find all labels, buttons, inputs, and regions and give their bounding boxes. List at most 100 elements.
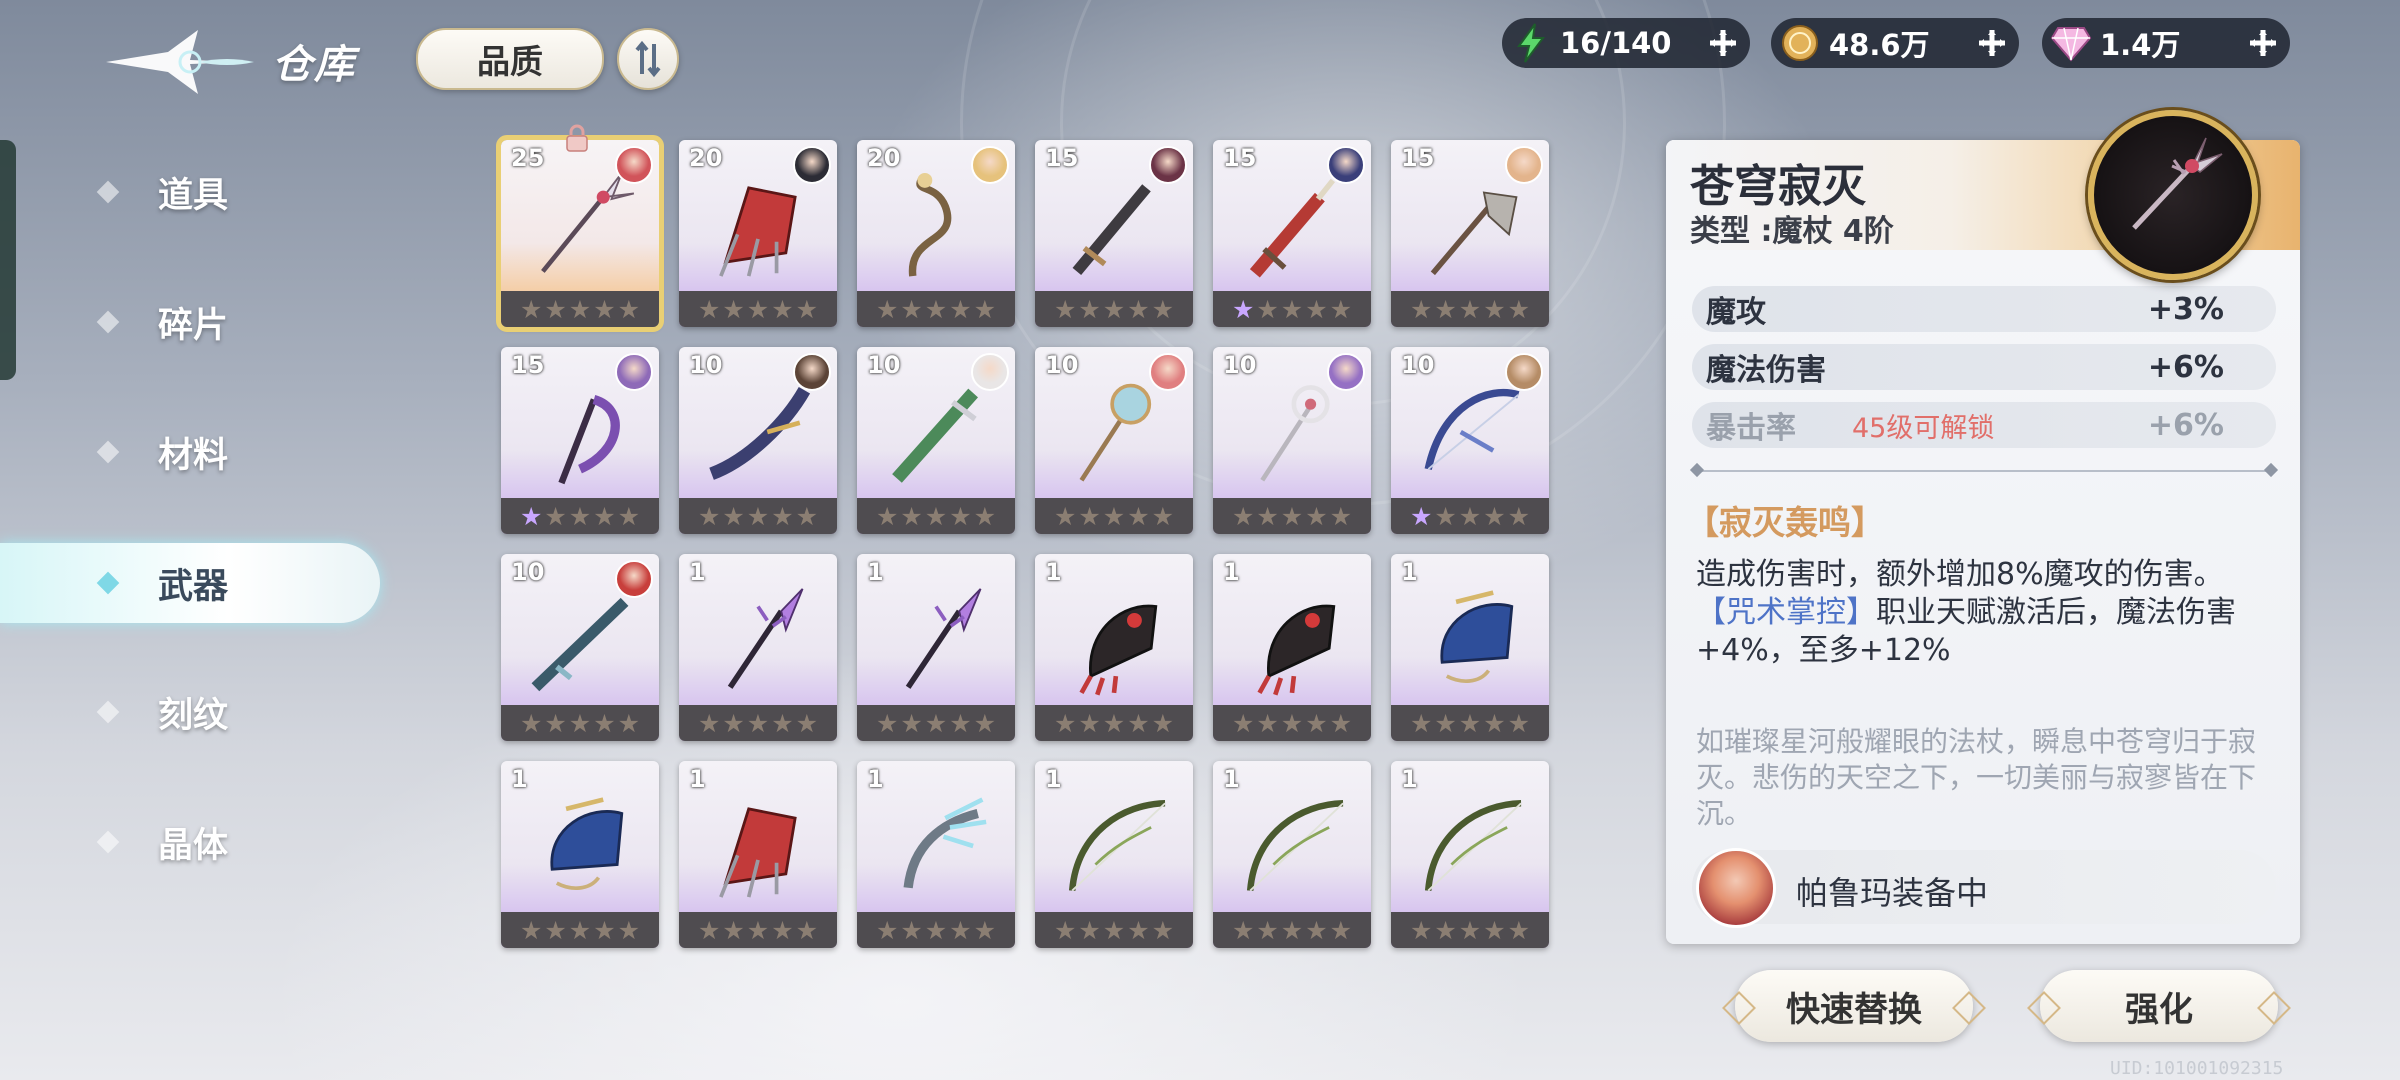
weapon-card[interactable]: 1 ★ ★ ★ ★ ★ — [857, 761, 1015, 948]
star-icon: ★ — [1280, 708, 1304, 738]
claw-gauntlet-icon — [1257, 604, 1336, 696]
owner-avatar — [615, 560, 653, 598]
sidebar-item-weapons[interactable]: 武器 — [0, 543, 380, 623]
weapon-card[interactable]: 1 ★ ★ ★ ★ ★ — [1391, 761, 1549, 948]
weapon-card[interactable]: 1 ★ ★ ★ ★ ★ — [1035, 554, 1193, 741]
star-icon: ★ — [1483, 915, 1506, 945]
weapon-card[interactable]: 10 ★ ★ ★ ★ ★ — [857, 347, 1015, 534]
lightning-icon — [1508, 20, 1554, 66]
star-icon: ★ — [544, 915, 567, 945]
star-icon: ★ — [1053, 708, 1077, 738]
star-icon: ★ — [746, 294, 770, 324]
weapon-card[interactable]: 15 ★ ★ ★ ★ ★ — [1035, 140, 1193, 327]
star-icon: ★ — [795, 708, 819, 738]
star-icon: ★ — [1329, 915, 1353, 945]
star-icon: ★ — [697, 294, 721, 324]
star-icon: ★ — [1280, 915, 1304, 945]
weapon-level: 1 — [1045, 765, 1062, 793]
bow-green-icon — [1068, 800, 1166, 892]
quick-replace-button[interactable]: 快速替换 — [1722, 970, 1986, 1042]
star-icon: ★ — [1256, 708, 1279, 738]
star-icon: ★ — [795, 915, 819, 945]
star-icon: ★ — [1231, 501, 1255, 531]
weapon-card[interactable]: 1 ★ ★ ★ ★ ★ — [501, 761, 659, 948]
stamina-value: 16/140 — [1560, 26, 1672, 60]
owner-avatar — [1327, 353, 1365, 391]
talent-tag: 【咒术掌控】 — [1696, 595, 1876, 630]
star-icon: ★ — [697, 915, 721, 945]
weapon-card[interactable]: 10 ★ ★ ★ ★ ★ — [1035, 347, 1193, 534]
weapon-card[interactable]: 1 ★ ★ ★ ★ ★ — [857, 554, 1015, 741]
add-stamina-button[interactable] — [1704, 24, 1742, 62]
star-icon: ★ — [1102, 294, 1126, 324]
weapon-level: 1 — [867, 558, 884, 586]
star-icon: ★ — [1434, 294, 1457, 324]
diamond-bullet-icon — [96, 571, 120, 595]
star-icon: ★ — [1151, 294, 1175, 324]
sidebar-item-materials[interactable]: 材料 — [0, 412, 380, 492]
weapon-card[interactable]: 1 ★ ★ ★ ★ ★ — [679, 761, 837, 948]
star-rating: ★ ★ ★ ★ ★ — [679, 912, 837, 948]
weapon-card[interactable]: 1 ★ ★ ★ ★ ★ — [1391, 554, 1549, 741]
weapon-card[interactable]: 1 ★ ★ ★ ★ ★ — [679, 554, 837, 741]
weapon-card[interactable]: 20 ★ ★ ★ ★ ★ — [679, 140, 837, 327]
weapon-card[interactable]: 15 ★ ★ ★ ★ ★ — [1391, 140, 1549, 327]
blue-gauntlet-icon — [550, 797, 624, 890]
skill-name: 【寂灭轰鸣】 — [1686, 503, 1884, 542]
equipped-by-row[interactable]: 帕鲁玛装备中 — [1692, 848, 2276, 928]
star-icon: ★ — [1102, 915, 1126, 945]
weapon-level: 20 — [689, 144, 723, 172]
button-ornament-icon — [2257, 991, 2291, 1025]
star-icon: ★ — [1409, 501, 1433, 531]
star-icon: ★ — [1507, 708, 1531, 738]
star-icon: ★ — [722, 708, 745, 738]
weapon-card[interactable]: 10 ★ ★ ★ ★ ★ — [679, 347, 837, 534]
quality-filter-button[interactable]: 品质 — [416, 28, 604, 90]
star-rating: ★ ★ ★ ★ ★ — [679, 291, 837, 327]
owner-avatar — [1327, 146, 1365, 184]
sidebar-item-engravings[interactable]: 刻纹 — [0, 672, 380, 752]
weapon-card[interactable]: 10 ★ ★ ★ ★ ★ — [501, 554, 659, 741]
enhance-button[interactable]: 强化 — [2027, 970, 2291, 1042]
ice-claw-icon — [903, 797, 987, 889]
diamond-icon — [2048, 20, 2094, 66]
sidebar-item-props[interactable]: 道具 — [0, 152, 380, 232]
star-rating: ★ ★ ★ ★ ★ — [857, 912, 1015, 948]
weapon-card[interactable]: 15 ★ ★ ★ ★ ★ — [1213, 140, 1371, 327]
star-icon: ★ — [1507, 915, 1531, 945]
lock-icon — [566, 124, 588, 152]
weapon-card[interactable]: 25 ★ ★ ★ ★ ★ — [496, 135, 664, 332]
stat-value: +6% — [2147, 349, 2224, 385]
sort-order-button[interactable] — [617, 28, 679, 90]
star-icon: ★ — [697, 708, 721, 738]
weapon-card[interactable]: 20 ★ ★ ★ ★ ★ — [857, 140, 1015, 327]
star-icon: ★ — [795, 501, 819, 531]
star-icon: ★ — [1329, 708, 1353, 738]
sidebar-item-label: 武器 — [158, 566, 229, 607]
star-rating: ★ ★ ★ ★ ★ — [501, 498, 659, 534]
weapon-card[interactable]: 10 ★ ★ ★ ★ ★ — [1213, 347, 1371, 534]
sidebar-item-fragments[interactable]: 碎片 — [0, 282, 380, 362]
weapon-card[interactable]: 10 ★ ★ ★ ★ ★ — [1391, 347, 1549, 534]
add-gold-button[interactable] — [1973, 24, 2011, 62]
stat-row: 魔攻 +3% — [1692, 286, 2276, 332]
character-avatar — [1696, 848, 1776, 928]
sidebar-item-crystals[interactable]: 晶体 — [0, 802, 380, 882]
star-icon: ★ — [1458, 501, 1482, 531]
star-icon: ★ — [771, 294, 794, 324]
weapon-card[interactable]: 1 ★ ★ ★ ★ ★ — [1035, 761, 1193, 948]
weapon-card[interactable]: 1 ★ ★ ★ ★ ★ — [1213, 761, 1371, 948]
star-icon: ★ — [771, 501, 794, 531]
crystal-value: 1.4万 — [2100, 28, 2181, 62]
weapon-card[interactable]: 15 ★ ★ ★ ★ ★ — [501, 347, 659, 534]
owner-avatar — [1505, 146, 1543, 184]
add-crystal-button[interactable] — [2244, 24, 2282, 62]
star-icon: ★ — [746, 708, 770, 738]
weapon-level: 15 — [1401, 144, 1435, 172]
sidebar-item-label: 碎片 — [158, 305, 229, 346]
weapon-card[interactable]: 1 ★ ★ ★ ★ ★ — [1213, 554, 1371, 741]
star-icon: ★ — [1329, 294, 1353, 324]
star-icon: ★ — [617, 708, 641, 738]
star-icon: ★ — [1483, 501, 1506, 531]
gold-resource: 48.6万 — [1771, 18, 2019, 68]
